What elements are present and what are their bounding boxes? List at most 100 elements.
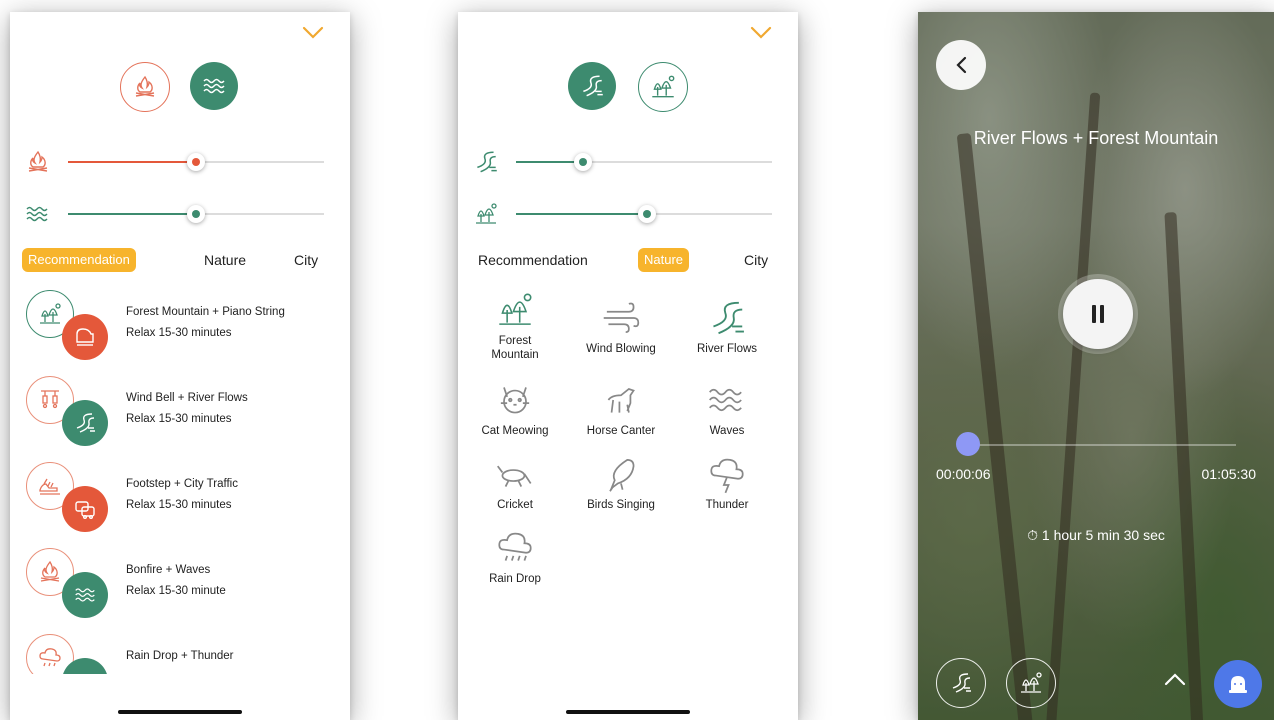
recommendation-title: Rain Drop + Thunder [126,650,234,662]
sound-horse-canter[interactable]: Horse Canter [568,378,674,438]
alarm-icon [1229,676,1247,693]
sound-label: River Flows [696,343,758,355]
sound-forest-mountain[interactable]: Forest Mountain [462,288,568,362]
waves-volume-slider[interactable] [24,204,324,224]
river-flows-volume-slider[interactable] [472,151,772,173]
recommendation-screen: Recommendation Nature City Forest Mounta… [10,12,350,720]
piano-icon [62,314,108,360]
sound-label: Cricket [497,499,533,511]
sound-label: Forest Mountain [491,335,539,361]
rain-icon [498,532,532,561]
bonfire-icon [28,150,48,172]
sleep-timer[interactable]: ⏱ 1 hour 5 min 30 sec [918,527,1274,544]
nature-screen: Recommendation Nature City Forest Mountai… [458,12,798,720]
river-flows-icon [583,75,603,97]
pause-icon [1092,305,1104,323]
sound-cat-meowing[interactable]: Cat Meowing [462,378,568,438]
recommendation-title: Wind Bell + River Flows [126,392,248,404]
recommendation-title: Bonfire + Waves [126,564,211,576]
sound-river-flows[interactable]: River Flows [674,296,780,356]
sound-label: Waves [709,425,745,437]
sound-waves[interactable]: Waves [674,378,780,438]
waves-icon [26,206,48,222]
tab-city[interactable]: City [288,248,324,272]
list-item[interactable]: Wind Bell + River Flows Relax 15-30 minu… [26,376,326,448]
recommendation-duration: Relax 15-30 minutes [126,327,232,339]
slider-fill [68,161,196,163]
forest-mountain-icon [652,75,675,98]
river-flows-icon [952,673,971,693]
player-screen: River Flows + Forest Mountain 00:00:06 0… [918,12,1274,720]
alarm-button[interactable] [1214,660,1262,708]
tab-nature[interactable]: Nature [198,248,252,272]
sound-label: Birds Singing [587,499,655,511]
list-item[interactable]: Rain Drop + Thunder [26,634,326,674]
cat-icon [500,387,530,414]
list-item[interactable]: Footstep + City Traffic Relax 15-30 minu… [26,462,326,534]
slider-track[interactable] [516,205,772,223]
overlay [918,12,1274,720]
progress-thumb[interactable] [956,432,980,456]
back-button[interactable] [936,40,986,90]
slider-thumb[interactable] [573,153,592,171]
category-tabs: Recommendation Nature City [470,248,776,272]
forest-mountain-icon [1021,672,1042,693]
sound-rain-drop[interactable]: Rain Drop [462,526,568,586]
category-tabs: Recommendation Nature City [22,248,328,272]
bonfire-volume-slider[interactable] [24,150,324,172]
recommendation-duration: Relax 15-30 minute [126,585,226,597]
chevron-down-icon[interactable] [302,26,324,40]
list-item[interactable]: Forest Mountain + Piano String Relax 15-… [26,290,326,362]
tab-recommendation[interactable]: Recommendation [472,248,594,272]
total-time: 01:05:30 [1201,466,1257,482]
home-indicator [566,710,690,714]
slider-track[interactable] [68,153,324,171]
slider-fill [516,161,583,163]
recommendation-duration: Relax 15-30 minutes [126,499,232,511]
city-traffic-icon [62,486,108,532]
chevron-up-icon[interactable] [1164,672,1186,686]
slider-track[interactable] [68,205,324,223]
progress-track[interactable] [966,444,1236,446]
elapsed-time: 00:00:06 [936,466,991,482]
slider-fill [516,213,647,215]
chevron-down-icon[interactable] [750,26,772,40]
tab-city[interactable]: City [738,248,774,272]
sound-label: Rain Drop [489,573,541,585]
forest-mountain-icon [499,293,532,325]
sound-label: Cat Meowing [481,425,549,437]
sound-label: Wind Blowing [586,343,656,355]
tab-nature[interactable]: Nature [638,248,690,272]
cricket-icon [497,465,532,487]
slider-track[interactable] [516,153,772,171]
pause-button[interactable] [1058,274,1138,354]
sound-wind-blowing[interactable]: Wind Blowing [568,296,674,356]
list-item[interactable]: Bonfire + Waves Relax 15-30 minute [26,548,326,620]
river-flows-sound-button[interactable] [568,62,616,110]
forest-mountain-sound-button[interactable] [638,62,688,112]
sound-thunder[interactable]: Thunder [674,452,780,512]
forest-mountain-icon [476,203,497,224]
river-flows-sound-button[interactable] [936,658,986,708]
pause-button-inner [1063,279,1133,349]
slider-thumb[interactable] [187,153,205,171]
horse-icon [607,388,635,413]
bonfire-icon [135,75,155,97]
waves-icon [62,572,108,618]
wind-icon [603,302,640,334]
sound-label: Horse Canter [586,425,656,437]
sound-cricket[interactable]: Cricket [462,452,568,512]
slider-thumb[interactable] [637,205,656,223]
tab-recommendation[interactable]: Recommendation [22,248,136,272]
home-indicator [118,710,242,714]
waves-icon [709,388,742,412]
bonfire-sound-button[interactable] [120,62,170,112]
thunder-icon [710,458,744,494]
waves-sound-button[interactable] [190,62,238,110]
slider-thumb[interactable] [187,205,205,223]
river-flows-icon [477,151,497,173]
forest-mountain-sound-button[interactable] [1006,658,1056,708]
recommendation-duration: Relax 15-30 minutes [126,413,232,425]
forest-mountain-volume-slider[interactable] [472,203,772,224]
sound-birds-singing[interactable]: Birds Singing [568,452,674,512]
